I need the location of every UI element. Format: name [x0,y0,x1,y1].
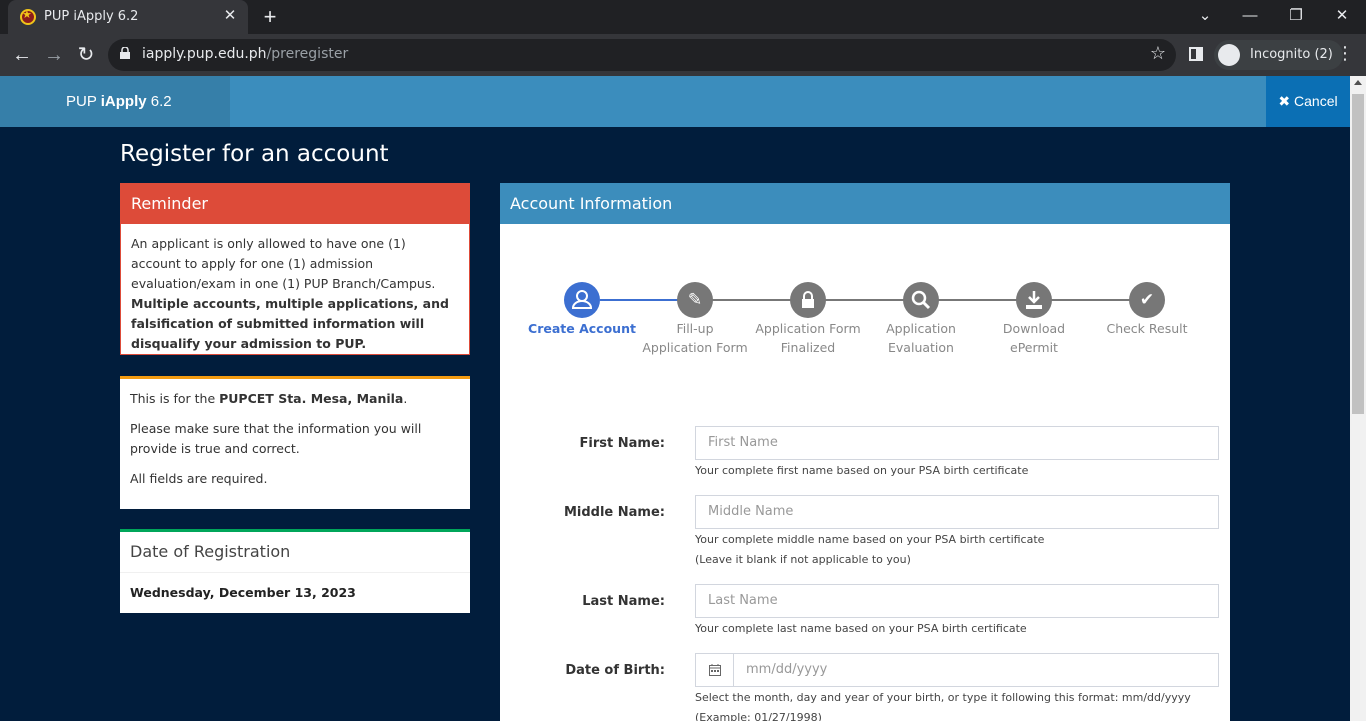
scroll-thumb[interactable] [1352,94,1364,414]
new-tab-button[interactable]: + [258,4,282,30]
accuracy-note: Please make sure that the information yo… [130,421,422,456]
pup-favicon-icon [20,8,36,25]
browser-tab[interactable]: PUP iApply 6.2 ✕ [8,0,248,34]
edit-icon: ✎ [677,282,713,318]
minimize-button[interactable]: — [1230,4,1270,28]
reminder-text: An applicant is only allowed to have one… [131,236,449,351]
step-label-create-account: Create Account [528,321,636,336]
middle-name-input[interactable]: Middle Name [695,495,1219,529]
info-box: This is for the PUPCET Sta. Mesa, Manila… [120,376,470,509]
reminder-box: Reminder An applicant is only allowed to… [120,183,470,355]
browser-menu-icon[interactable]: ⋮ [1336,43,1354,64]
download-icon [1016,282,1052,318]
check-icon: ✔ [1129,282,1165,318]
reload-icon[interactable]: ↻ [74,43,98,67]
first-name-label: First Name: [579,436,665,451]
dob-label: Date of Birth: [565,663,665,678]
tab-close-icon[interactable]: ✕ [220,6,240,26]
incognito-label: Incognito (2) [1250,47,1333,62]
step-label-form-finalized: Application Form Finalized [755,321,861,355]
page-title: Register for an account [120,141,389,167]
maximize-button[interactable]: ❐ [1276,4,1316,28]
account-information-panel: Account Information Create Account ✎ Fil… [500,183,1230,721]
browser-toolbar: ← → ↻ iapply.pup.edu.ph/preregister ☆ In… [0,34,1366,76]
registration-date-value: Wednesday, December 13, 2023 [130,585,356,600]
close-window-button[interactable]: ✕ [1322,4,1362,28]
middle-name-help: Your complete middle name based on your … [695,533,1045,546]
scroll-up-arrow-icon[interactable] [1354,80,1362,85]
app-header: PUP iApply 6.2 ✖ Cancel [0,76,1350,127]
registration-date-title: Date of Registration [120,532,470,573]
dob-input[interactable]: mm/dd/yyyy [695,653,1219,687]
reminder-title: Reminder [121,184,469,224]
close-x-icon: ✖ [1278,93,1291,109]
last-name-label: Last Name: [582,594,665,609]
search-icon [903,282,939,318]
calendar-icon[interactable] [696,654,734,686]
last-name-help: Your complete last name based on your PS… [695,622,1027,635]
account-information-title: Account Information [500,183,1230,224]
browser-tabbar: PUP iApply 6.2 ✕ + ⌄ — ❐ ✕ [0,0,1366,34]
tab-title: PUP iApply 6.2 [44,9,139,24]
registration-date-box: Date of Registration Wednesday, December… [120,529,470,613]
lock-icon [790,282,826,318]
step-label-evaluation: Application Evaluation [886,321,956,355]
forward-arrow-icon[interactable]: → [42,43,66,67]
incognito-icon [1218,44,1240,66]
dob-help: Select the month, day and year of your b… [695,691,1191,721]
side-panel-icon[interactable] [1189,47,1203,61]
dob-placeholder: mm/dd/yyyy [746,662,828,677]
address-bar[interactable]: iapply.pup.edu.ph/preregister ☆ [108,39,1176,71]
page-scrollbar[interactable] [1350,76,1366,721]
step-label-download-epermit: Download ePermit [1002,321,1066,355]
required-note: All fields are required. [130,471,268,486]
step-label-fill-up-form: Fill-up Application Form [642,321,748,355]
user-icon [564,282,600,318]
incognito-indicator[interactable]: Incognito (2) [1214,40,1343,70]
first-name-help: Your complete first name based on your P… [695,464,1029,477]
bookmark-star-icon[interactable]: ☆ [1150,43,1166,64]
first-name-input[interactable]: First Name [695,426,1219,460]
campus-note: This is for the PUPCET Sta. Mesa, Manila… [130,391,408,406]
url-text: iapply.pup.edu.ph/preregister [142,46,349,62]
lock-icon [120,47,130,59]
last-name-input[interactable]: Last Name [695,584,1219,618]
cancel-button[interactable]: ✖ Cancel [1266,76,1350,127]
tab-search-chevron-icon[interactable]: ⌄ [1185,4,1225,28]
middle-name-label: Middle Name: [563,505,665,520]
step-label-check-result: Check Result [1106,321,1188,336]
middle-name-help-note: (Leave it blank if not applicable to you… [695,553,911,566]
back-arrow-icon[interactable]: ← [10,43,34,67]
brand-logo[interactable]: PUP iApply 6.2 [0,76,230,127]
